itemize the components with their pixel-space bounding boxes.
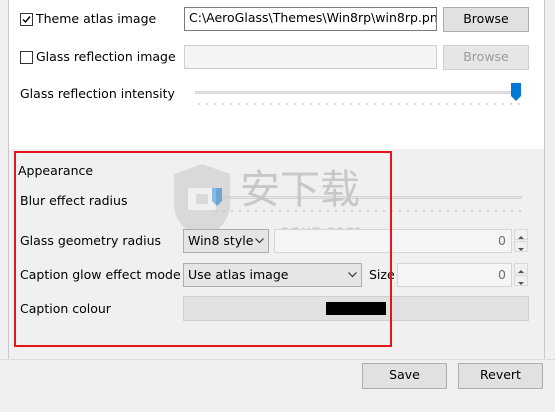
theme-atlas-label: Theme atlas image (36, 11, 157, 26)
geometry-radius-down-button[interactable] (514, 241, 528, 252)
footer-divider (0, 359, 555, 360)
arrow-down-icon (518, 282, 524, 285)
arrow-down-icon (518, 248, 524, 251)
geometry-radius-spinner[interactable] (514, 229, 528, 253)
theme-atlas-browse-button[interactable]: Browse (443, 7, 529, 32)
reflection-intensity-ticks (195, 103, 520, 105)
revert-button[interactable]: Revert (458, 363, 543, 389)
caption-glow-size-spinner[interactable] (514, 263, 528, 287)
caption-glow-size-input[interactable]: 0 (397, 263, 512, 287)
checkmark-icon (22, 16, 31, 24)
reflection-intensity-track (195, 91, 520, 94)
reflection-intensity-slider-thumb[interactable] (511, 83, 521, 101)
caption-glow-size-down-button[interactable] (514, 275, 528, 286)
save-button[interactable]: Save (362, 363, 447, 389)
geometry-radius-up-button[interactable] (514, 229, 528, 240)
glass-reflection-checkbox[interactable] (20, 51, 33, 64)
caption-glow-size-up-button[interactable] (514, 263, 528, 274)
glass-reflection-label: Glass reflection image (36, 49, 176, 64)
appearance-highlight-box (14, 151, 392, 347)
glass-reflection-path-input[interactable] (184, 45, 437, 69)
theme-atlas-path-input[interactable]: C:\AeroGlass\Themes\Win8rp\win8rp.png (184, 7, 437, 31)
theme-atlas-checkbox[interactable] (20, 13, 33, 26)
glass-reflection-browse-button[interactable]: Browse (443, 45, 529, 70)
reflection-intensity-label: Glass reflection intensity (20, 86, 175, 101)
